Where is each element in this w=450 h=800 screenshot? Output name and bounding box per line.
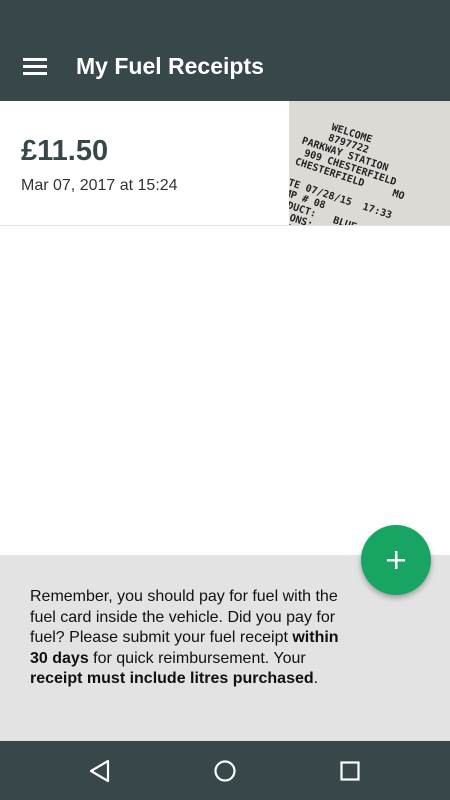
home-circle-icon[interactable] [208,754,242,788]
info-message: Remember, you should pay for fuel with t… [30,587,350,690]
page-title: My Fuel Receipts [76,53,264,79]
receipt-thumbnail: WELCOME 8797722 PARKWAY STATION 909 CHES… [289,101,450,225]
menu-line [23,72,47,75]
system-nav-bar [0,741,450,800]
add-receipt-button[interactable] [361,525,431,595]
receipt-thumbnail-text: WELCOME 8797722 PARKWAY STATION 909 CHES… [289,122,406,225]
receipt-amount: £11.50 [21,135,109,167]
receipt-datetime: Mar 07, 2017 at 15:24 [21,177,178,194]
app-bar: My Fuel Receipts [0,0,450,101]
menu-line [23,65,47,68]
info-text-emphasis: receipt must include litres purchased [30,670,314,688]
receipt-list-item[interactable]: £11.50 Mar 07, 2017 at 15:24 WELCOME 879… [0,101,450,226]
back-triangle-icon[interactable] [84,754,118,788]
info-text-part: for quick reimbursement. Your [88,649,306,667]
plus-icon [387,551,405,569]
info-text-part: . [313,670,319,688]
recents-square-icon[interactable] [333,754,367,788]
menu-line [23,58,47,61]
hamburger-menu-icon[interactable] [14,48,56,86]
